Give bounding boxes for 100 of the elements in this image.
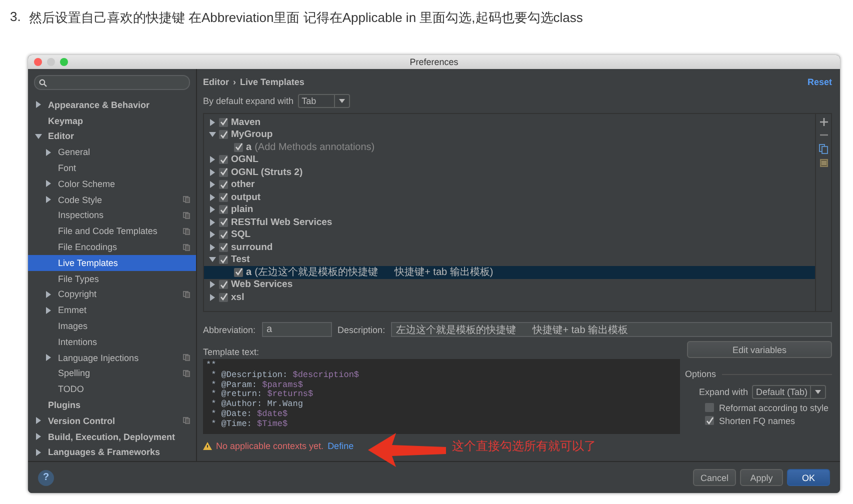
help-button[interactable]: ? — [38, 470, 54, 486]
collapsed-arrow-icon[interactable] — [34, 417, 42, 424]
search-field[interactable] — [34, 75, 190, 90]
template-description: (左边这个就是模板的快捷键 快捷键+ tab 输出模板) — [254, 266, 494, 280]
collapsed-arrow-icon[interactable] — [209, 118, 216, 126]
template-group-row[interactable]: OGNL — [204, 154, 815, 166]
define-link[interactable]: Define — [328, 441, 354, 451]
settings-nav-item[interactable]: File Encodings — [28, 239, 196, 255]
warning-icon — [203, 442, 212, 450]
settings-nav-item[interactable]: File Types — [28, 270, 196, 287]
settings-nav-item[interactable]: Color Scheme — [28, 176, 196, 192]
checkbox[interactable] — [705, 403, 714, 412]
settings-nav-item[interactable]: Live Templates — [28, 254, 196, 271]
template-group-row[interactable]: xsl — [204, 291, 815, 304]
copy-icon[interactable] — [819, 144, 828, 154]
list-icon[interactable] — [820, 159, 828, 167]
description-field[interactable]: 左边这个就是模板的快捷键 快捷键+ tab 输出模板 — [391, 322, 832, 337]
checkbox[interactable] — [219, 168, 228, 177]
settings-nav-item[interactable]: Build, Execution, Deployment — [28, 428, 196, 445]
collapsed-arrow-icon[interactable] — [44, 354, 52, 362]
settings-nav-item[interactable]: Images — [28, 318, 196, 334]
checkbox[interactable] — [219, 242, 228, 252]
settings-nav-item[interactable]: Editor — [28, 128, 196, 144]
template-row[interactable]: a (左边这个就是模板的快捷键 快捷键+ tab 输出模板) — [204, 266, 815, 278]
settings-nav-item[interactable]: Plugins — [28, 397, 196, 413]
collapsed-arrow-icon[interactable] — [34, 448, 42, 456]
expanded-arrow-icon[interactable] — [34, 132, 42, 140]
checkbox[interactable] — [219, 230, 228, 240]
checkbox[interactable] — [219, 155, 228, 164]
collapsed-arrow-icon[interactable] — [34, 101, 42, 108]
checkbox[interactable] — [234, 268, 243, 277]
dialog-button[interactable]: OK — [787, 469, 830, 486]
checkbox-label: Reformat according to style — [719, 402, 829, 412]
breadcrumb: Editor › Live Templates — [203, 77, 304, 87]
dialog-button[interactable]: Cancel — [693, 469, 736, 486]
collapsed-arrow-icon[interactable] — [44, 180, 52, 188]
checkbox[interactable] — [219, 118, 228, 127]
template-row[interactable]: a (Add Methods annotations) — [204, 141, 815, 154]
template-group-row[interactable]: OGNL (Struts 2) — [204, 166, 815, 178]
settings-nav-item[interactable]: General — [28, 144, 196, 160]
settings-nav-item[interactable]: Appearance & Behavior — [28, 97, 196, 113]
field-label: Description: — [338, 324, 386, 334]
template-group-row[interactable]: surround — [204, 241, 815, 254]
field-label: Template text: — [203, 347, 260, 357]
settings-nav-item[interactable]: Code Style — [28, 192, 196, 208]
settings-nav-item[interactable]: TODO — [28, 381, 196, 398]
checkbox[interactable] — [705, 416, 714, 425]
checkbox[interactable] — [219, 130, 228, 140]
checkbox[interactable] — [219, 205, 228, 214]
settings-nav-item[interactable]: Languages & Frameworks — [28, 444, 196, 460]
settings-nav-item[interactable]: Keymap — [28, 112, 196, 129]
template-group-row[interactable]: other — [204, 178, 815, 191]
settings-nav-item[interactable]: Copyright — [28, 286, 196, 302]
settings-nav-item[interactable]: Spelling — [28, 366, 196, 382]
template-group-row[interactable]: output — [204, 191, 815, 204]
checkbox[interactable] — [219, 180, 228, 190]
collapsed-arrow-icon[interactable] — [44, 196, 52, 204]
window-title: Preferences — [410, 57, 458, 67]
checkbox[interactable] — [219, 218, 228, 227]
list-number: 3. — [10, 9, 21, 26]
collapsed-arrow-icon[interactable] — [44, 290, 52, 298]
template-group-row[interactable]: Test — [204, 254, 815, 266]
collapsed-arrow-icon[interactable] — [44, 148, 52, 156]
warning-text: No applicable contexts yet. — [216, 441, 324, 451]
template-group-row[interactable]: Web Services — [204, 278, 815, 291]
field-label: By default expand with — [203, 96, 294, 106]
checkbox[interactable] — [219, 192, 228, 202]
expanded-arrow-icon[interactable] — [209, 131, 216, 138]
template-group-row[interactable]: SQL — [204, 228, 815, 241]
reset-link[interactable]: Reset — [807, 77, 832, 87]
expand-with-dropdown[interactable]: Default (Tab) — [752, 385, 826, 399]
checkbox[interactable] — [219, 280, 228, 290]
collapsed-arrow-icon[interactable] — [44, 306, 52, 314]
field-label: Expand with — [699, 387, 748, 397]
settings-nav-item[interactable]: Inspections — [28, 208, 196, 224]
expand-dropdown[interactable]: Tab — [298, 94, 350, 108]
instruction-text: 然后设置自己喜欢的快捷键 在Abbreviation里面 记得在Applicable in 里面勾选,起码也要勾选class — [28, 9, 583, 27]
settings-nav-item[interactable]: Intentions — [28, 334, 196, 350]
template-group-row[interactable]: MyGroup — [204, 128, 815, 141]
settings-nav-item[interactable]: Language Injections — [28, 350, 196, 366]
settings-nav-item[interactable]: Emmet — [28, 302, 196, 318]
template-text-editor[interactable]: ** * @Description: $description$ * @Param: $params$ * @return: $returns$ * @Author: Mr.Wang * @Date: $date$ * @Time: $Time$ — [203, 359, 680, 434]
collapsed-arrow-icon[interactable] — [34, 433, 42, 440]
abbreviation-field[interactable]: a — [262, 322, 332, 337]
settings-nav-item[interactable]: Version Control — [28, 412, 196, 429]
add-icon[interactable] — [820, 118, 828, 126]
dialog-button[interactable]: Apply — [740, 469, 783, 486]
settings-nav-item[interactable]: File and Code Templates — [28, 223, 196, 240]
expanded-arrow-icon[interactable] — [209, 256, 216, 264]
checkbox[interactable] — [219, 292, 228, 302]
edit-variables-button[interactable]: Edit variables — [687, 341, 832, 358]
checkbox[interactable] — [219, 255, 228, 264]
checkbox[interactable] — [234, 142, 243, 152]
template-group-row[interactable]: RESTful Web Services — [204, 216, 815, 228]
search-icon — [39, 78, 47, 86]
section-title: Options — [685, 369, 716, 379]
template-description: (Add Methods annotations) — [254, 142, 375, 153]
template-group-row[interactable]: plain — [204, 204, 815, 216]
template-group-row[interactable]: Maven — [204, 116, 815, 128]
settings-nav-item[interactable]: Font — [28, 160, 196, 176]
